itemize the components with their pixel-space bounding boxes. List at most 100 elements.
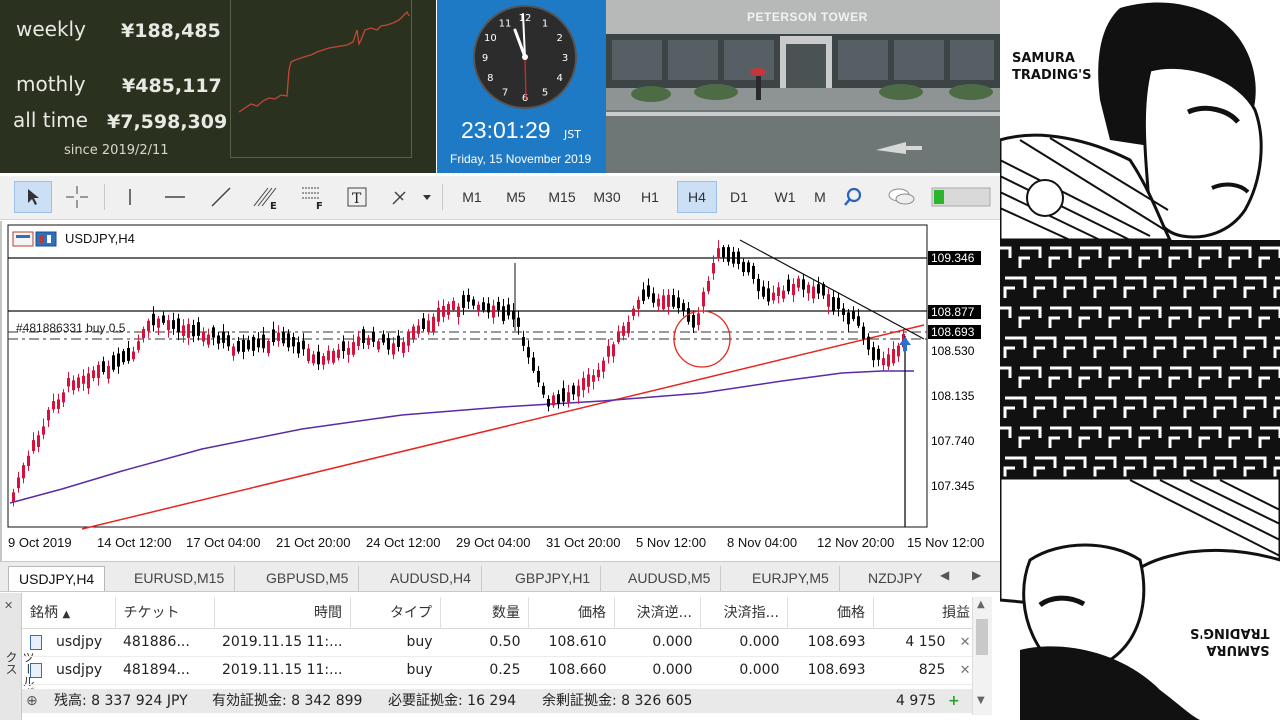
time-label: 24 Oct 12:00: [366, 535, 441, 550]
scroll-thumb[interactable]: [976, 619, 988, 655]
horizontal-line-icon[interactable]: [160, 181, 190, 213]
candle: [52, 393, 55, 413]
timeframe-m15[interactable]: M15: [544, 181, 580, 213]
text-icon[interactable]: T: [342, 181, 372, 213]
tab-gbpusd-m5[interactable]: GBPUSD,M5: [256, 566, 360, 591]
candle: [67, 372, 70, 393]
candle: [212, 325, 215, 346]
candle: [312, 350, 315, 366]
candle: [367, 334, 370, 349]
objects-icon[interactable]: [386, 181, 436, 213]
price-chart[interactable]: [0, 221, 1000, 561]
candle: [82, 369, 85, 391]
cell: 481894...: [115, 656, 214, 685]
chart-toolbar: E F T M1 M5 M15 M30 H1 H4 D1 W1 M: [0, 176, 1000, 220]
candle: [77, 373, 80, 392]
close-position-icon[interactable]: ✕: [955, 663, 971, 678]
tab-scroll-left-icon[interactable]: ◀: [940, 568, 949, 582]
scroll-down-icon[interactable]: ▼: [977, 695, 985, 706]
price-chart-svg[interactable]: [2, 221, 1002, 561]
cell: 0.000: [700, 656, 788, 685]
timeframe-w1[interactable]: W1: [768, 181, 802, 213]
fibonacci-fan-icon[interactable]: F: [296, 181, 330, 213]
fibonacci-icon[interactable]: E: [250, 181, 284, 213]
candle: [302, 333, 305, 356]
close-icon[interactable]: ✕: [4, 599, 13, 612]
tab-eurjpy-m5[interactable]: EURJPY,M5: [742, 566, 840, 591]
candle: [112, 351, 115, 372]
alltime-label: all time: [13, 108, 88, 132]
candle: [607, 338, 610, 364]
candle: [272, 321, 275, 346]
candle: [147, 318, 150, 338]
candle: [22, 462, 25, 484]
chat-icon[interactable]: [882, 181, 920, 213]
column-header-stop-loss[interactable]: 決済逆...: [614, 597, 701, 629]
street-scene: [606, 0, 1000, 173]
tab-usdjpy-h4[interactable]: USDJPY,H4: [8, 566, 106, 591]
column-header-type[interactable]: タイプ: [350, 597, 441, 629]
chart-window-icons[interactable]: [12, 231, 60, 247]
add-icon[interactable]: +: [948, 689, 960, 713]
candle: [752, 262, 755, 284]
positions-table: 銘柄 ▲ チケット 時間 タイプ 数量 価格 決済逆... 決済指... 価格 …: [22, 597, 979, 685]
tab-audusd-h4[interactable]: AUDUSD,H4: [380, 566, 482, 591]
candle: [612, 341, 615, 363]
time-label: 12 Nov 20:00: [817, 535, 895, 550]
timeframe-h1[interactable]: H1: [634, 181, 666, 213]
terminal-scrollbar[interactable]: ▲ ▼: [972, 597, 992, 715]
candle: [562, 380, 565, 406]
price-label: 107.740: [931, 434, 975, 448]
timeframe-m1[interactable]: M1: [456, 181, 488, 213]
column-header-time[interactable]: 時間: [214, 597, 351, 629]
tab-eurusd-m15[interactable]: EURUSD,M15: [124, 566, 236, 591]
scroll-up-icon[interactable]: ▲: [977, 599, 985, 610]
column-header-symbol[interactable]: 銘柄 ▲: [22, 597, 116, 629]
red-trendline: [81, 324, 925, 530]
tab-gbpjpy-h1[interactable]: GBPJPY,H1: [505, 566, 602, 591]
trendline-icon[interactable]: [206, 181, 236, 213]
column-header-current-price[interactable]: 価格: [787, 597, 874, 629]
candle: [532, 352, 535, 374]
position-row[interactable]: usdjpy 481886... 2019.11.15 11:... buy 0.50 1…: [22, 628, 979, 657]
search-icon[interactable]: [838, 181, 868, 213]
timeframe-m[interactable]: M: [814, 181, 826, 213]
crosshair-icon[interactable]: [60, 181, 94, 213]
column-header-open-price[interactable]: 価格: [528, 597, 615, 629]
candle: [377, 338, 380, 353]
candle: [712, 255, 715, 280]
profit-text: 825: [918, 662, 946, 678]
vertical-line-icon[interactable]: [116, 181, 144, 213]
candle: [557, 390, 560, 409]
toolbox-side-tab[interactable]: ✕ ツールボックス: [0, 593, 35, 720]
candle: [747, 260, 750, 276]
tab-audusd-m5[interactable]: AUDUSD,M5: [618, 566, 722, 591]
cell: 2019.11.15 11:...: [214, 628, 351, 657]
timeframe-h4[interactable]: H4: [677, 181, 717, 213]
candle: [702, 287, 705, 314]
column-header-profit[interactable]: 損益: [873, 597, 979, 629]
expand-icon[interactable]: ⊕: [26, 689, 38, 713]
position-row[interactable]: usdjpy 481894... 2019.11.15 11:... buy 0.25 1…: [22, 656, 979, 685]
column-header-ticket[interactable]: チケット: [115, 597, 215, 629]
equity: 有効証拠金: 8 342 899: [212, 693, 363, 709]
candle: [547, 395, 550, 412]
candle: [102, 356, 105, 375]
timeframe-m5[interactable]: M5: [500, 181, 532, 213]
candle: [802, 274, 805, 298]
candle: [622, 322, 625, 341]
tab-scroll-right-icon[interactable]: ▶: [972, 568, 981, 582]
tab-nzdjpy[interactable]: NZDJPY: [858, 566, 938, 591]
candle: [552, 392, 555, 408]
cursor-icon[interactable]: [14, 181, 52, 213]
column-header-take-profit[interactable]: 決済指...: [700, 597, 788, 629]
column-header-volume[interactable]: 数量: [440, 597, 529, 629]
candle: [892, 341, 895, 366]
candle: [382, 330, 385, 346]
close-position-icon[interactable]: ✕: [955, 635, 971, 650]
position-icon: [30, 662, 42, 678]
free-margin: 余剰証拠金: 8 326 605: [542, 693, 693, 709]
timeframe-d1[interactable]: D1: [722, 181, 756, 213]
timeframe-m30[interactable]: M30: [588, 181, 626, 213]
svg-text:E: E: [270, 201, 277, 210]
